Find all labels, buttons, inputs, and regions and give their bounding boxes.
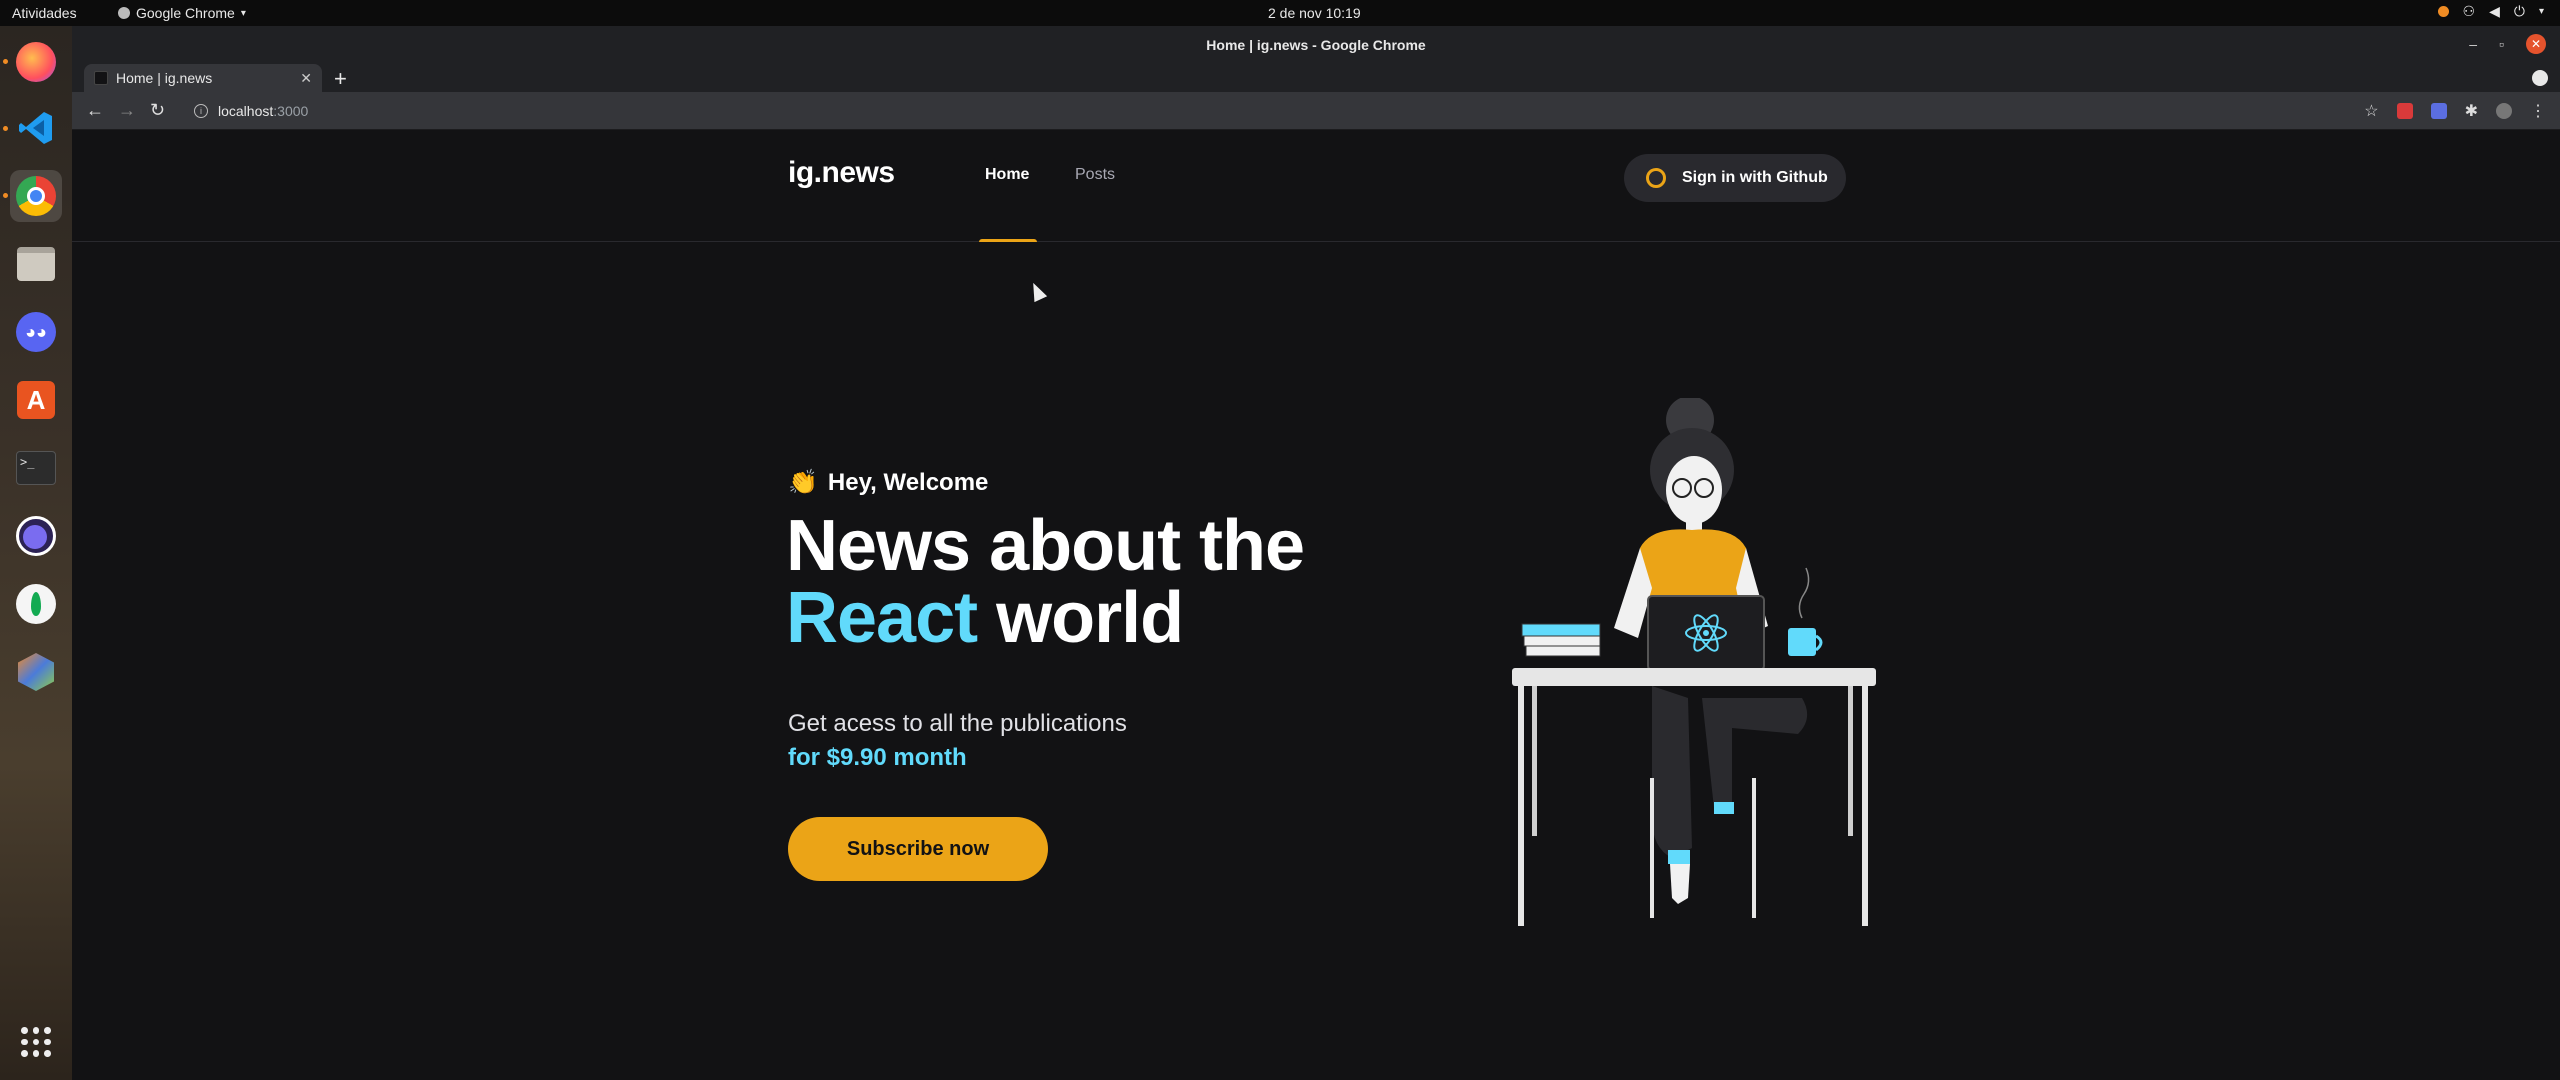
chair-leg xyxy=(1752,778,1756,918)
clock[interactable]: 2 de nov 10:19 xyxy=(1268,5,1361,21)
bookmark-star-icon[interactable]: ☆ xyxy=(2364,101,2378,121)
sock xyxy=(1714,802,1734,814)
coffee-mug xyxy=(1788,628,1816,656)
desk-leg xyxy=(1862,686,1868,926)
subscribe-button[interactable]: Subscribe now xyxy=(788,817,1048,881)
maximize-icon[interactable]: ▫ xyxy=(2499,36,2504,52)
url-host: localhost xyxy=(218,103,274,119)
extension-icon[interactable] xyxy=(2430,103,2447,119)
site-logo[interactable]: ig.news xyxy=(788,156,895,190)
clapping-hands-icon: 👏 xyxy=(788,469,818,496)
show-apps-icon[interactable] xyxy=(10,1016,62,1068)
vscode-icon[interactable] xyxy=(10,102,62,154)
window-controls: – ▫ ✕ xyxy=(2469,34,2546,54)
forward-icon[interactable]: → xyxy=(118,100,136,121)
extension-icon[interactable] xyxy=(2396,103,2413,119)
browser-menu-icon[interactable]: ⋮ xyxy=(2530,101,2546,121)
volume-icon: ◀ xyxy=(2489,3,2500,19)
avatar-illustration xyxy=(1512,398,1876,926)
site-header: ig.news Home Posts Sign in with Github xyxy=(72,130,2560,242)
files-icon[interactable] xyxy=(10,238,62,290)
discord-icon[interactable]: ◕◕ xyxy=(10,306,62,358)
network-icon: ⚇ xyxy=(2462,3,2476,19)
notification-dot-icon xyxy=(2437,6,2449,17)
firefox-icon[interactable] xyxy=(10,36,62,88)
greeting-text: Hey, Welcome xyxy=(827,468,989,496)
book xyxy=(1521,623,1601,637)
close-tab-icon[interactable]: ✕ xyxy=(300,70,312,87)
hero-title: News about the React world xyxy=(786,510,1305,654)
tab-search-icon[interactable] xyxy=(2532,70,2548,86)
terminal-icon[interactable]: >_ xyxy=(10,442,62,494)
desk-leg xyxy=(1518,686,1524,926)
app-icon[interactable] xyxy=(10,646,62,698)
browser-toolbar: ← → ↻ i localhost:3000 ☆ ✱ ⋮ xyxy=(72,92,2560,130)
window-title: Home | ig.news - Google Chrome xyxy=(1206,37,1426,53)
hero-greeting: 👏 Hey, Welcome xyxy=(788,468,988,497)
chrome-small-icon xyxy=(118,7,130,19)
chair-leg xyxy=(1650,778,1654,918)
signin-github-button[interactable]: Sign in with Github xyxy=(1624,154,1846,202)
power-icon: ⏻ xyxy=(2513,3,2525,19)
favicon-icon xyxy=(94,71,108,85)
signin-label: Sign in with Github xyxy=(1682,169,1828,186)
eclipse-icon[interactable] xyxy=(10,510,62,562)
shirt xyxy=(1636,529,1752,598)
running-indicator xyxy=(3,126,8,131)
dock: ◕◕ A >_ xyxy=(0,26,72,1080)
reload-icon[interactable]: ↻ xyxy=(150,100,165,121)
hero-price: for $9.90 month xyxy=(788,744,967,771)
foot xyxy=(1670,864,1690,904)
tab-title: Home | ig.news xyxy=(116,70,213,86)
browser-window: Home | ig.news - Google Chrome – ▫ ✕ Hom… xyxy=(72,26,2560,1080)
github-icon xyxy=(1646,168,1666,188)
desk-leg xyxy=(1532,686,1537,836)
system-top-bar: Atividades Google Chrome ▾ 2 de nov 10:1… xyxy=(0,0,2560,26)
system-tray[interactable]: ⚇ ◀ ⏻ ▾ xyxy=(2437,3,2544,20)
tab-home[interactable]: Home | ig.news ✕ xyxy=(84,64,322,92)
mouse-cursor xyxy=(1026,279,1048,303)
new-tab-icon[interactable]: + xyxy=(334,66,347,92)
url-port: :3000 xyxy=(273,103,309,119)
nav-link-home[interactable]: Home xyxy=(985,166,1029,184)
active-nav-indicator xyxy=(979,239,1037,242)
running-indicator xyxy=(3,193,8,198)
hero-title-line2: world xyxy=(977,578,1184,658)
app-menu-label: Google Chrome xyxy=(136,5,235,21)
site-info-icon[interactable]: i xyxy=(194,104,208,118)
hero-title-line1: News about the xyxy=(786,506,1305,586)
steam xyxy=(1798,567,1810,619)
nav-link-posts[interactable]: Posts xyxy=(1075,166,1115,184)
toolbar-actions: ☆ ✱ ⋮ xyxy=(2364,101,2546,121)
react-logo-dot xyxy=(1703,630,1709,636)
tab-strip: Home | ig.news ✕ + xyxy=(72,64,2560,92)
extensions-puzzle-icon[interactable]: ✱ xyxy=(2465,101,2478,121)
running-indicator xyxy=(3,59,8,64)
left-leg xyxy=(1652,686,1692,858)
software-center-icon[interactable]: A xyxy=(10,374,62,426)
chrome-icon[interactable] xyxy=(10,170,62,222)
desk-top xyxy=(1512,668,1876,686)
minimize-icon[interactable]: – xyxy=(2469,36,2477,52)
hero-title-accent: React xyxy=(786,578,978,658)
mug-handle xyxy=(1815,634,1823,652)
book xyxy=(1523,635,1601,647)
app-menu[interactable]: Google Chrome ▾ xyxy=(118,5,246,21)
profile-avatar-icon[interactable] xyxy=(2496,103,2512,119)
hero-subtitle: Get acess to all the publications xyxy=(788,710,1127,737)
activities-button[interactable]: Atividades xyxy=(12,5,77,21)
desk-leg xyxy=(1848,686,1853,836)
mongodb-icon[interactable] xyxy=(10,578,62,630)
book xyxy=(1525,645,1601,657)
chevron-down-icon: ▾ xyxy=(240,7,246,19)
web-page: ig.news Home Posts Sign in with Github 👏… xyxy=(72,130,2560,1080)
window-titlebar[interactable]: Home | ig.news - Google Chrome – ▫ ✕ xyxy=(72,26,2560,64)
close-window-icon[interactable]: ✕ xyxy=(2526,34,2546,54)
sock xyxy=(1668,850,1690,864)
back-icon[interactable]: ← xyxy=(86,100,104,121)
chevron-down-icon: ▾ xyxy=(2538,6,2544,17)
address-bar[interactable]: i localhost:3000 xyxy=(182,97,2402,125)
